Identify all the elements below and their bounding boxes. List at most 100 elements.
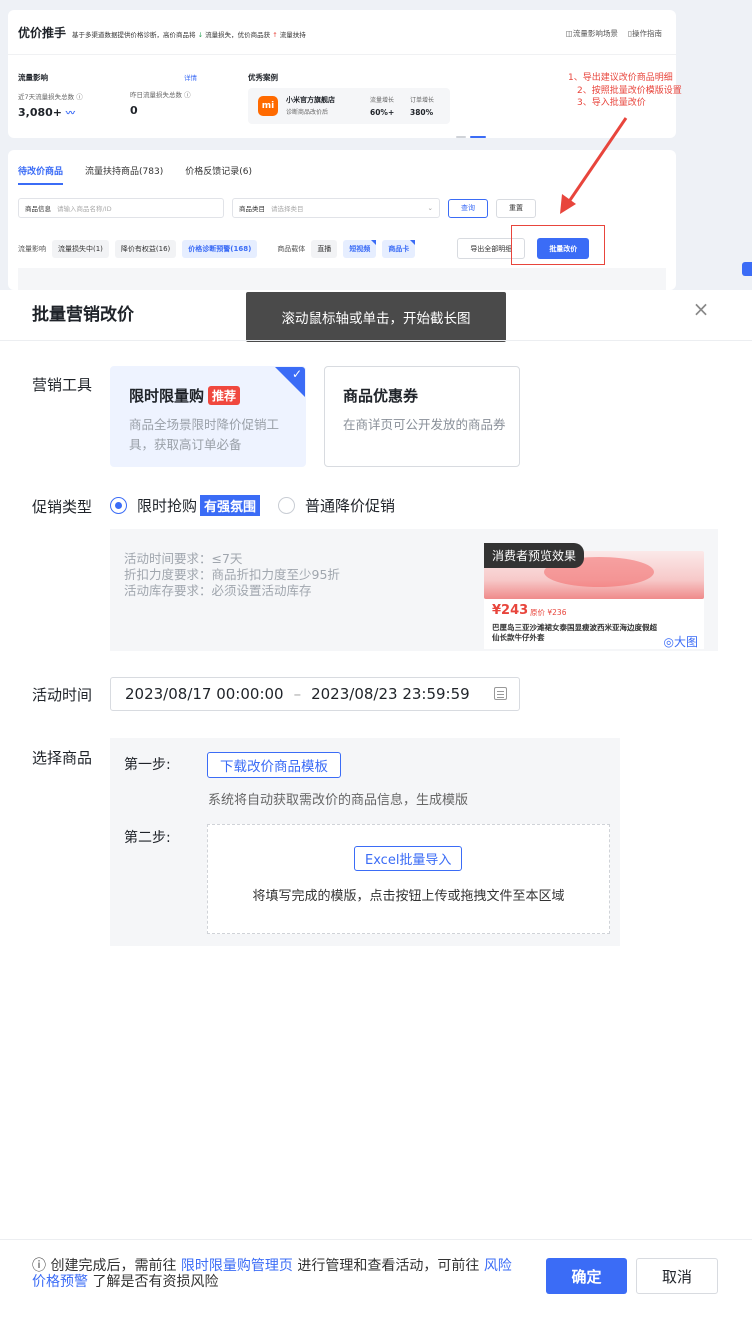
- case-orders: 订单增长 380%: [410, 97, 435, 117]
- page-header: 优价推手 基于多渠道数据提供价格诊断，高价商品将 ↓ 流量损失，优价商品获 ↑ …: [18, 24, 306, 41]
- case-subtitle: 诊断商品改价后: [286, 109, 329, 116]
- product-search-input[interactable]: 商品信息 请输入商品名称/ID: [18, 198, 224, 218]
- annotation-arrow-icon: [560, 117, 628, 214]
- case-traffic: 流量增长 60%+: [370, 97, 395, 117]
- carrier-product-card[interactable]: 商品卡: [382, 239, 416, 258]
- impact-label: 流量影响: [18, 244, 46, 253]
- option-normal[interactable]: 普通降价促销: [305, 495, 395, 516]
- metric-value: 0: [130, 104, 138, 117]
- screenshot-tooltip: 滚动鼠标轴或单击，开始截长图: [246, 292, 506, 342]
- tool-name: 限时限量购 推荐: [129, 385, 241, 406]
- annotation-notes: 1、导出建议改价商品明细 2、按照批量改价模版设置 3、导入批量改价: [568, 73, 682, 108]
- step1-label: 第一步:: [124, 757, 171, 773]
- promo-label: 促销类型: [32, 498, 93, 516]
- tag-row: 流量影响 流量损失中(1) 降价有权益(16) 价格诊断预警(168) 商品载体…: [18, 238, 590, 259]
- case-title: 优秀案例: [248, 73, 278, 82]
- confirm-button[interactable]: 确定: [546, 1258, 627, 1294]
- tool-card-coupon[interactable]: 商品优惠券 在商详页可公开发放的商品券: [324, 366, 520, 467]
- download-template-button[interactable]: 下载改价商品模板: [207, 752, 341, 778]
- xiaomi-logo-icon: mi: [258, 96, 278, 116]
- preview-info: ¥243 原价 ¥236 巴厘岛三亚沙滩裙女泰国显瘦波西米亚海边度假超仙长款牛仔…: [484, 599, 704, 649]
- query-button[interactable]: 查询: [448, 198, 488, 218]
- radio-normal[interactable]: [278, 497, 296, 514]
- preview-label: 消费者预览效果: [484, 543, 585, 568]
- req-discount: 折扣力度要求：商品折扣力度至少95折: [124, 567, 340, 582]
- goods-panel: 第一步: 下载改价商品模板 系统将自动获取需改价的商品信息，生成模版 第二步: …: [110, 738, 620, 946]
- header-links: ◫流量影响场景 ▯操作指南: [566, 28, 662, 39]
- tool-label: 营销工具: [32, 376, 93, 394]
- carrier-label: 商品载体: [277, 244, 306, 253]
- metric-loss-yesterday: . 昨日流量损失总数 ⓘ 0: [130, 72, 191, 117]
- footer-note: ⓘ 创建完成后，需前往 限时限量购管理页 进行管理和查看活动，可前往 风险价格预…: [32, 1258, 512, 1290]
- atmosphere-badge: 有强氛围: [200, 495, 261, 516]
- preview-product-name: 巴厘岛三亚沙滩裙女泰国显瘦波西米亚海边度假超仙长款牛仔外套: [492, 623, 657, 642]
- batch-price-modal: 批量营销改价 滚动鼠标轴或单击，开始截长图 × 营销工具 ✓ 限时限量购 推荐 …: [0, 290, 752, 1330]
- product-tabs: 待改价商品 流量扶持商品(783) 价格反馈记录(6): [18, 164, 252, 185]
- page-description: 基于多渠道数据提供价格诊断，高价商品将 ↓ 流量损失，优价商品获 ↑ 流量扶持: [72, 31, 306, 39]
- drop-zone-desc: 将填写完成的模版，点击按钮上传或拖拽文件至本区域: [252, 889, 565, 904]
- radio-flash[interactable]: [110, 497, 127, 514]
- calendar-icon[interactable]: [494, 687, 507, 700]
- carrier-live[interactable]: 直播: [311, 239, 338, 258]
- metric-value: 3,080+ 〰: [18, 106, 75, 119]
- filter-row: 商品信息 请输入商品名称/ID 商品类目 请选择类目 ⌄ 查询 重置: [18, 198, 536, 218]
- check-icon: ✓: [291, 367, 302, 381]
- flash-sale-manage-link[interactable]: 限时限量购管理页: [181, 1258, 293, 1274]
- floating-tab[interactable]: [742, 262, 752, 276]
- divider: [0, 340, 752, 341]
- req-time: 活动时间要求：≤7天: [124, 551, 243, 566]
- tool-desc: 在商详页可公开发放的商品券: [343, 417, 506, 432]
- option-flash[interactable]: 限时抢购: [137, 495, 197, 516]
- page-title: 优价推手: [18, 26, 67, 40]
- metric-loss-7d: 流量影响 近7天流量损失总数 ⓘ 3,080+ 〰: [18, 72, 83, 119]
- cancel-button[interactable]: 取消: [636, 1258, 718, 1294]
- promo-options: 限时抢购 有强氛围 普通降价促销: [110, 495, 395, 516]
- traffic-scenes-link[interactable]: ◫流量影响场景: [566, 28, 618, 39]
- table-header-strip: [18, 268, 666, 290]
- chevron-down-icon: ⌄: [427, 204, 433, 212]
- carrier-short-video[interactable]: 短视频: [343, 239, 377, 258]
- reset-button[interactable]: 重置: [496, 198, 536, 218]
- case-shop-name: 小米官方旗舰店: [286, 96, 335, 104]
- upload-drop-zone[interactable]: Excel批量导入 将填写完成的模版，点击按钮上传或拖拽文件至本区域: [207, 824, 610, 934]
- category-select[interactable]: 商品类目 请选择类目 ⌄: [232, 198, 440, 218]
- tool-card-flash-sale[interactable]: ✓ 限时限量购 推荐 商品全场景限时降价促销工具，获取高订单必备: [110, 366, 306, 467]
- preview-old-price: 原价 ¥236: [530, 608, 567, 617]
- step2-label: 第二步:: [124, 830, 171, 846]
- tab-feedback[interactable]: 价格反馈记录(6): [185, 164, 252, 177]
- recommend-badge: 推荐: [208, 386, 241, 405]
- chart-icon: ◫: [565, 29, 573, 38]
- view-large-link[interactable]: ◎大图: [664, 633, 698, 650]
- divider: [8, 54, 676, 55]
- tab-pending[interactable]: 待改价商品: [18, 164, 64, 185]
- req-stock: 活动库存要求：必须设置活动库存: [124, 583, 312, 598]
- tool-desc: 商品全场景限时降价促销工具，获取高订单必备: [129, 417, 280, 452]
- case-card[interactable]: mi 小米官方旗舰店 诊断商品改价后 流量增长 60%+ 订单增长 380%: [248, 88, 450, 124]
- divider: [0, 1239, 752, 1240]
- modal-title: 批量营销改价: [32, 305, 134, 325]
- annotation-highlight-box: [511, 225, 605, 265]
- requirements-list: 活动时间要求：≤7天 折扣力度要求：商品折扣力度至少95折 活动库存要求：必须设…: [124, 551, 340, 599]
- tag-price-drop[interactable]: 降价有权益(16): [114, 239, 177, 258]
- close-icon[interactable]: ×: [690, 298, 712, 320]
- step1-desc: 系统将自动获取需改价的商品信息，生成模版: [208, 793, 469, 808]
- tag-price-warning[interactable]: 价格诊断预警(168): [182, 239, 258, 258]
- start-time[interactable]: 2023/08/17 00:00:00: [125, 685, 284, 703]
- trend-icon: 〰: [65, 109, 75, 119]
- background-page: 优价推手 基于多渠道数据提供价格诊断，高价商品将 ↓ 流量损失，优价商品获 ↑ …: [0, 0, 752, 290]
- tab-traffic-support[interactable]: 流量扶持商品(783): [85, 164, 163, 177]
- consumer-preview: 消费者预览效果 ¥243 原价 ¥236 巴厘岛三亚沙滩裙女泰国显瘦波西米亚海边…: [484, 543, 704, 649]
- guide-link[interactable]: ▯操作指南: [628, 28, 662, 39]
- requirements-panel: 活动时间要求：≤7天 折扣力度要求：商品折扣力度至少95折 活动库存要求：必须设…: [110, 529, 718, 651]
- metric-label: 近7天流量损失总数 ⓘ: [18, 93, 83, 101]
- range-separator: –: [293, 685, 302, 703]
- excel-import-button[interactable]: Excel批量导入: [354, 846, 463, 871]
- date-range-picker[interactable]: 2023/08/17 00:00:00 – 2023/08/23 23:59:5…: [110, 677, 520, 711]
- up-arrow-icon: ↑: [272, 31, 278, 39]
- carousel-indicator[interactable]: [456, 136, 486, 138]
- tag-traffic-loss[interactable]: 流量损失中(1): [52, 239, 109, 258]
- metrics-title: 流量影响: [18, 73, 48, 82]
- metric-label: 昨日流量损失总数 ⓘ: [130, 91, 191, 99]
- down-arrow-icon: ↓: [197, 31, 204, 39]
- end-time[interactable]: 2023/08/23 23:59:59: [311, 685, 470, 703]
